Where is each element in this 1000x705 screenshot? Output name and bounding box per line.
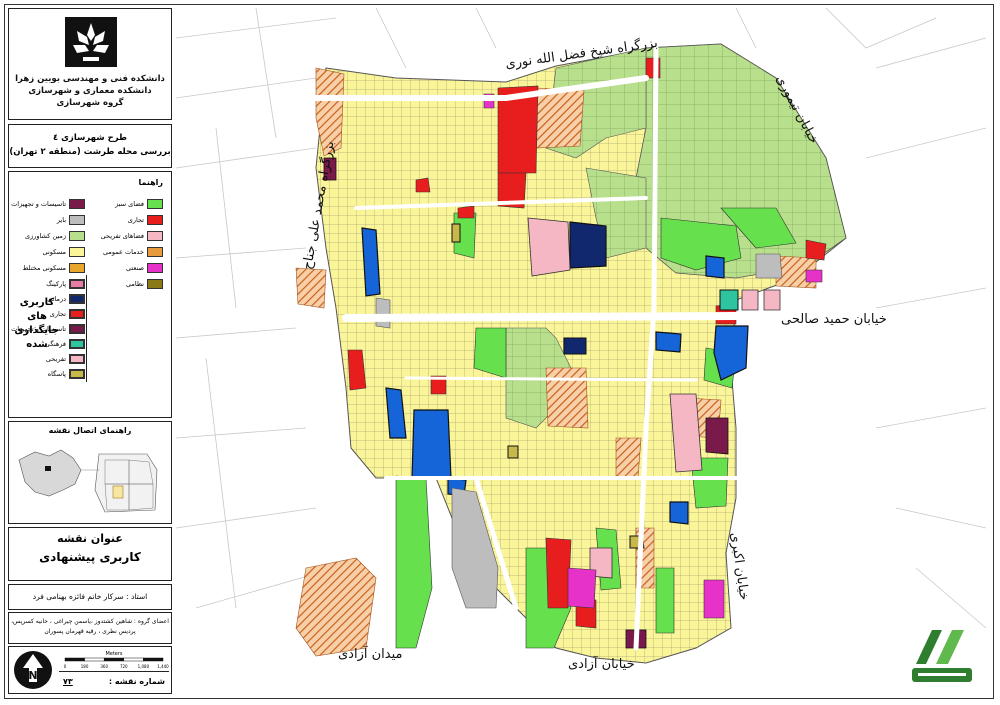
legend-item: تاسیسات و تجهیزات [11,198,85,210]
index-map-panel: راهنمای اتصال نقشه [8,421,172,524]
legend-swatch [147,263,163,273]
legend-item: صنعتی [126,262,163,274]
university-name: دانشکده فنی و مهندسی بویین زهرا [15,74,165,84]
legend-label: فضاهای تفریحی [100,232,144,240]
legend-item: خدمات عمومی [103,246,163,258]
scale-tick-label: 180 [81,664,89,669]
legend-label: نظامی [125,280,144,288]
scale-segment [64,657,85,662]
scale-segment [103,657,125,662]
scale-tick-label: 360 [100,664,108,669]
legend-item: مسکونی مختلط [23,262,85,274]
sheet-number-value: ٧٣ [63,677,73,686]
scale-north-panel: N Meters 0 180 360 720 1,080 1,440 شماره نقشه… [8,646,172,694]
index-map-title: راهنمای اتصال نقشه [48,426,132,435]
legend-item: فضای سبز [115,198,163,210]
legend-group-label: کاربری های جایگذاری شده [14,297,59,350]
street-east-south: خیابان اکبری [727,531,751,601]
legend-label: بایر [56,216,66,224]
legend-label: زمین کشاورزی [25,232,66,240]
scale-bar: Meters 0 180 360 720 1,080 1,440 [64,651,169,669]
instructor-panel: استاد : سرکار خانم فائزه بهنامی فرد [8,584,172,610]
scale-segment [123,657,144,662]
department-name: گروه شهرسازی [56,98,124,108]
legend-item: زمین کشاورزی [25,230,85,242]
members-line-2: پردیس نظری ، رقیه قهرمان پسوران [44,628,136,635]
legend-swatch [69,199,85,209]
scale-tick-label: 1,080 [138,664,150,669]
project-course: طرح شهرسازی ٤ [52,133,128,143]
legend-swatch [147,231,163,241]
legend-swatch [147,215,163,225]
scale-tick-label: 0 [64,664,67,669]
legend-swatch [147,279,163,289]
legend-item: تجاری [128,214,163,226]
scale-unit: Meters [105,651,122,657]
map-title-panel: عنوان نقشه کاربری پیشنهادی [8,527,172,581]
members-line-1: اعضای گروه : شاهین کشتدوز ،یاسمن چیراغی … [11,618,169,625]
legend-title: راهنما [138,178,163,187]
legend-label: تجاری [127,216,144,224]
legend-label: صنعتی [126,264,144,272]
medical-proposed-block [569,221,607,269]
scale-tick-label: 720 [120,664,128,669]
scale-tick-label: 1,440 [157,664,169,669]
legend-label: تاسیسات و تجهیزات [11,200,66,208]
legend-label: مسکونی [42,248,66,256]
legend-label: فضای سبز [115,200,144,208]
map-title-value: کاربری پیشنهادی [39,550,141,564]
legend-item: بایر [57,214,85,226]
medical-proposed-small [563,337,587,355]
instructor-name: استاد : سرکار خانم فائزه بهنامی فرد [32,592,148,601]
map-title-label: عنوان نقشه [57,532,123,545]
legend-swatch [147,247,163,257]
scale-segment [143,657,164,662]
street-east-mid: خیابان حمید صالحی [781,312,887,327]
cultural-zone [719,289,739,311]
land-use-map: بزرگراه شیخ فضل الله نوری خیابان تیموری … [176,8,987,672]
street-southwest: میدان آزادی [338,645,402,662]
scale-segment [84,657,105,662]
legend-swatch [69,247,85,257]
sheet-number-label: شماره نقشه : [108,677,165,686]
legend-label: خدمات عمومی [103,248,144,256]
legend-label: مسکونی مختلط [22,264,66,272]
legend-swatch [69,215,85,225]
university-logo-icon [65,17,117,67]
legend-swatch [69,231,85,241]
north-arrow-icon: N [14,651,52,689]
street-south: خیابان آزادی [568,655,635,672]
members-panel: اعضای گروه : شاهین کشتدوز ،یاسمن چیراغی … [8,612,172,644]
project-subject: بررسی محله طرشت (منطقه ۲ تهران) [9,147,171,157]
legend-item: نظامی [126,278,163,290]
project-panel: طرح شهرسازی ٤ بررسی محله طرشت (منطقه ۲ ت… [8,124,172,168]
legend-swatch [69,263,85,273]
watermark-logo-icon [912,630,972,682]
legend-item: مسکونی [43,246,85,258]
faculty-name: دانشکده معماری و شهرسازی [28,86,152,96]
legend-item: فضاهای تفریحی [101,230,163,242]
legend-panel: راهنما فضای سبز تاسیسات و تجهیزات تجاری بای… [8,171,172,418]
index-map [15,444,165,518]
legend-swatch [147,199,163,209]
university-header: دانشکده فنی و مهندسی بویین زهرا دانشکده … [8,8,172,120]
north-label: N [28,669,37,682]
